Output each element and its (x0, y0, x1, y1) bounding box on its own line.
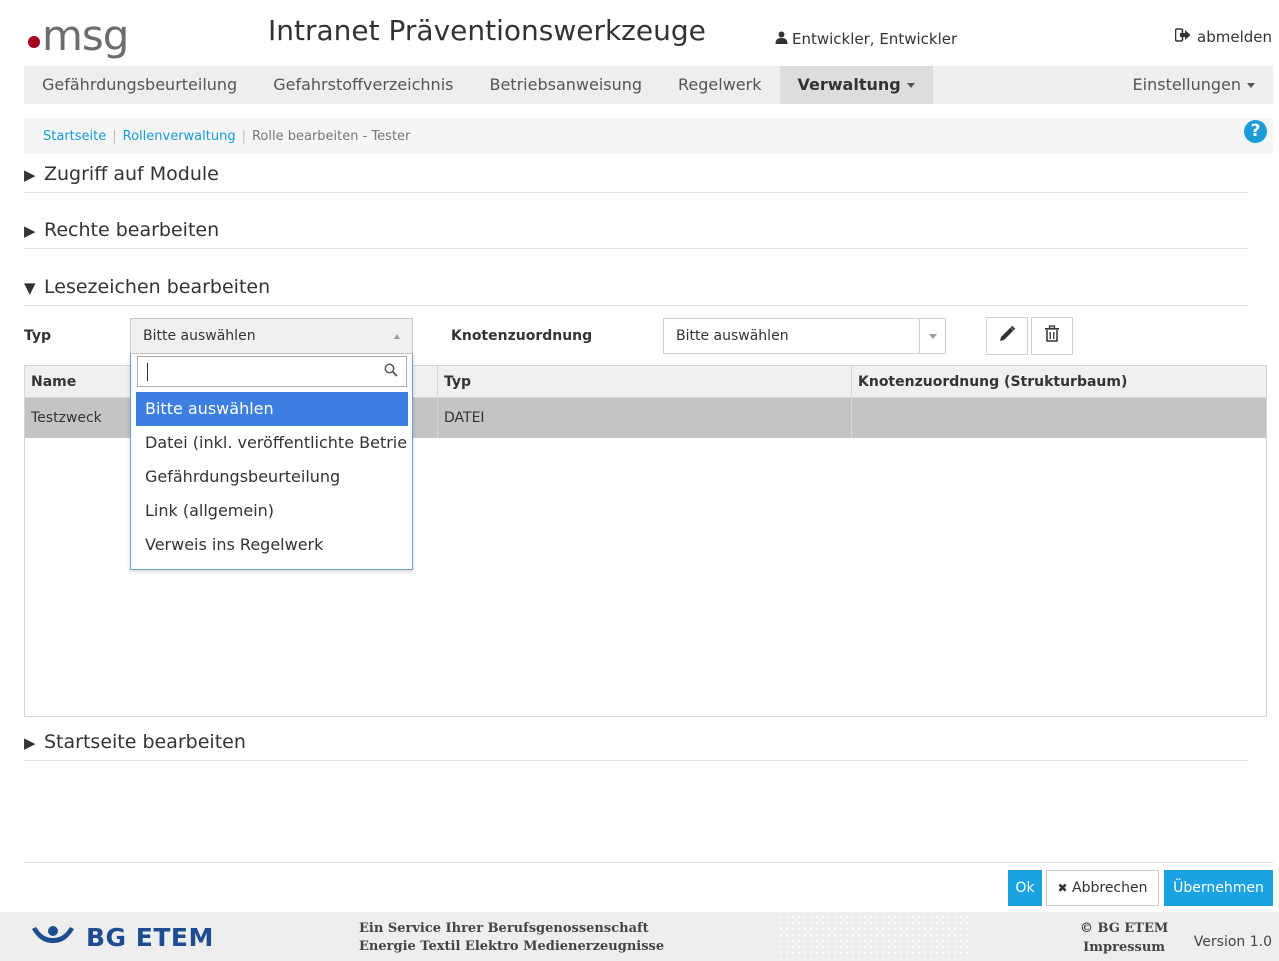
version-label: Version 1.0 (1193, 934, 1272, 950)
section-lesezeichen[interactable]: ▼ Lesezeichen bearbeiten (24, 276, 1249, 306)
user-name: Entwickler, Entwickler (792, 30, 958, 48)
logo-text: msg (42, 11, 129, 60)
nav-item-einstellungen-label: Einstellungen (1132, 75, 1241, 94)
typ-dropdown-panel: Bitte auswählen Datei (inkl. veröffentli… (130, 354, 413, 570)
nav-item-gefaehrdungsbeurteilung[interactable]: Gefährdungsbeurteilung (24, 66, 255, 104)
nav-item-einstellungen[interactable]: Einstellungen (1115, 66, 1273, 104)
cancel-button[interactable]: ✖ Abbrechen (1046, 870, 1159, 906)
knoten-select-value: Bitte auswählen (676, 328, 789, 344)
breadcrumb-startseite[interactable]: Startseite (43, 129, 106, 144)
section-title: Startseite bearbeiten (44, 731, 246, 753)
dot-pattern (778, 914, 968, 959)
collapse-arrow-icon: ▼ (24, 279, 36, 297)
knoten-label: Knotenzuordnung (451, 328, 593, 344)
service-line-1: Ein Service Ihrer Berufsgenossenschaft (359, 921, 649, 936)
logout-label: abmelden (1197, 28, 1272, 46)
service-line-2: Energie Textil Elektro Medienerzeugnisse (359, 939, 665, 954)
main-nav: Gefährdungsbeurteilung Gefahrstoffverzei… (24, 66, 1273, 104)
bg-etem-name: BG ETEM (86, 923, 214, 952)
chevron-up-icon (394, 334, 400, 339)
breadcrumb-rollenverwaltung[interactable]: Rollenverwaltung (123, 129, 236, 144)
copyright-text: © BG ETEM (1080, 921, 1169, 936)
typ-select[interactable]: Bitte auswählen (130, 318, 413, 354)
typ-label: Typ (24, 328, 52, 344)
dropdown-option-gefaehrdungsbeurteilung[interactable]: Gefährdungsbeurteilung (136, 460, 408, 494)
cell-knoten (852, 398, 1266, 438)
user-menu[interactable]: Entwickler, Entwickler (775, 30, 957, 48)
msg-logo: msg (28, 11, 129, 60)
breadcrumb: Startseite | Rollenverwaltung | Rolle be… (24, 118, 1273, 154)
footer: BG ETEM Ein Service Ihrer Berufsgenossen… (0, 912, 1279, 961)
section-title: Rechte bearbeiten (44, 219, 220, 241)
cancel-label: Abbrechen (1072, 880, 1148, 896)
cell-typ: DATEI (438, 398, 852, 438)
user-icon (775, 30, 788, 48)
dropdown-option-datei[interactable]: Datei (inkl. veröffentlichte Betriebsanw… (136, 426, 408, 460)
section-startseite[interactable]: ▶ Startseite bearbeiten (24, 731, 1249, 761)
column-header-knoten[interactable]: Knotenzuordnung (Strukturbaum) (852, 366, 1266, 397)
text-cursor (147, 363, 148, 381)
sign-out-icon (1174, 28, 1191, 46)
nav-item-verwaltung-label: Verwaltung (797, 75, 901, 94)
nav-item-verwaltung[interactable]: Verwaltung (779, 66, 933, 104)
nav-item-regelwerk[interactable]: Regelwerk (660, 66, 779, 104)
section-title: Lesezeichen bearbeiten (44, 276, 271, 298)
apply-button[interactable]: Übernehmen (1164, 870, 1273, 906)
help-icon[interactable]: ? (1244, 120, 1267, 143)
expand-arrow-icon: ▶ (24, 734, 36, 752)
edit-button[interactable] (986, 317, 1028, 355)
caret-down-icon (906, 83, 915, 88)
dropdown-search-input[interactable] (137, 356, 407, 387)
dropdown-option-bitte-auswaehlen[interactable]: Bitte auswählen (136, 392, 408, 426)
logout-link[interactable]: abmelden (1174, 28, 1272, 46)
expand-arrow-icon: ▶ (24, 222, 36, 240)
service-text: Ein Service Ihrer Berufsgenossenschaft E… (359, 920, 664, 956)
logo-dot (28, 36, 40, 48)
dropdown-options: Bitte auswählen Datei (inkl. veröffentli… (136, 392, 408, 562)
typ-select-value: Bitte auswählen (143, 328, 256, 344)
trash-icon (1044, 325, 1060, 347)
caret-down-icon (1247, 83, 1255, 88)
search-icon (384, 362, 398, 381)
bg-etem-mark-icon (30, 925, 76, 951)
knoten-select-arrow (919, 319, 945, 353)
ok-button[interactable]: Ok (1008, 870, 1042, 906)
section-title: Zugriff auf Module (44, 163, 219, 185)
nav-item-betriebsanweisung[interactable]: Betriebsanweisung (471, 66, 660, 104)
section-zugriff-module[interactable]: ▶ Zugriff auf Module (24, 163, 1249, 193)
bg-etem-logo: BG ETEM (30, 923, 214, 952)
knoten-select[interactable]: Bitte auswählen (663, 318, 946, 354)
delete-button[interactable] (1031, 317, 1073, 355)
chevron-down-icon (929, 334, 937, 339)
nav-item-gefahrstoffverzeichnis[interactable]: Gefahrstoffverzeichnis (255, 66, 471, 104)
app-title: Intranet Präventionswerkzeuge (268, 14, 706, 47)
pencil-icon (998, 325, 1016, 347)
divider (24, 862, 1273, 863)
impressum-link[interactable]: Impressum (1080, 938, 1168, 957)
breadcrumb-separator: | (112, 128, 117, 144)
breadcrumb-separator: | (241, 128, 246, 144)
dropdown-option-link[interactable]: Link (allgemein) (136, 494, 408, 528)
breadcrumb-current: Rolle bearbeiten - Tester (251, 128, 411, 144)
column-header-typ[interactable]: Typ (438, 366, 852, 397)
copyright-block: © BG ETEM Impressum (1080, 919, 1168, 957)
close-icon: ✖ (1057, 881, 1068, 895)
expand-arrow-icon: ▶ (24, 166, 36, 184)
section-rechte[interactable]: ▶ Rechte bearbeiten (24, 219, 1249, 249)
dropdown-option-verweis-regelwerk[interactable]: Verweis ins Regelwerk (136, 528, 408, 562)
